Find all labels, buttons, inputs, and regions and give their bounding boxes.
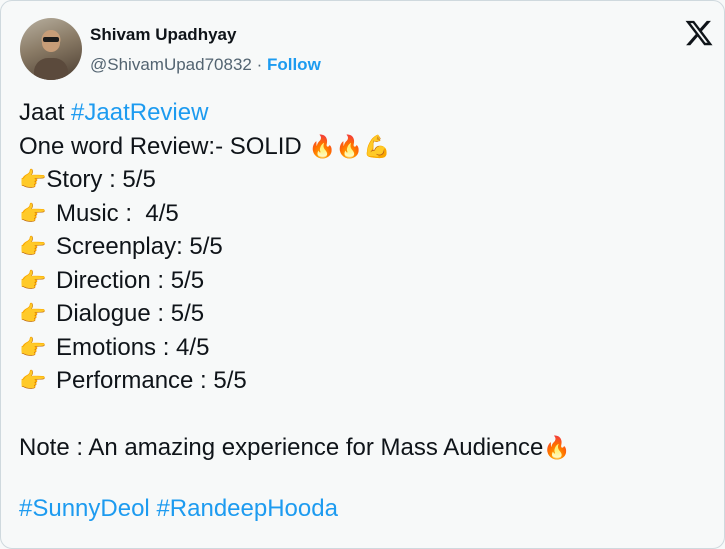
x-logo-icon[interactable] bbox=[684, 18, 714, 48]
tweet-line-title: Jaat #JaatReview bbox=[19, 96, 709, 130]
rating-line: 👉 Direction : 5/5 bbox=[19, 264, 709, 298]
rating-emotions: Emotions : 4/5 bbox=[56, 333, 210, 361]
pointing-hand-icon: 👉 bbox=[19, 235, 47, 260]
note-text: Note : An amazing experience for Mass Au… bbox=[19, 434, 544, 461]
separator-dot: · bbox=[251, 55, 267, 74]
rating-direction: Direction : 5/5 bbox=[56, 266, 205, 294]
rating-line: 👉 Performance : 5/5 bbox=[19, 364, 709, 398]
pointing-hand-icon: 👉 bbox=[19, 201, 47, 227]
rating-line: 👉 Screenplay: 5/5 bbox=[19, 230, 709, 264]
tweet-note: Note : An amazing experience for Mass Au… bbox=[19, 431, 709, 465]
rating-line: 👉Story : 5/5 bbox=[19, 163, 709, 197]
avatar-shirt bbox=[34, 58, 68, 80]
rating-music: Music : 4/5 bbox=[56, 199, 179, 227]
rating-dialogue: Dialogue : 5/5 bbox=[56, 300, 205, 327]
author-handle-row: @ShivamUpad70832 · Follow bbox=[90, 55, 321, 75]
fire-emoji: 🔥 bbox=[543, 436, 571, 461]
hashtag-sunnydeol[interactable]: #SunnyDeol bbox=[19, 495, 150, 522]
pointing-hand-icon: 👉 bbox=[19, 302, 47, 327]
tweet-hashtags: #SunnyDeol #RandeepHooda bbox=[19, 492, 709, 526]
verdict-text: One word Review:- SOLID bbox=[19, 132, 309, 160]
author-name[interactable]: Shivam Upadhyay bbox=[90, 25, 236, 45]
pointing-hand-icon: 👉 bbox=[19, 369, 47, 394]
pointing-hand-icon: 👉 bbox=[19, 335, 47, 361]
avatar-sunglasses bbox=[43, 37, 59, 42]
fire-fire-muscle-emoji: 🔥🔥💪 bbox=[308, 134, 391, 160]
avatar[interactable] bbox=[20, 18, 82, 80]
pointing-hand-icon: 👉 bbox=[19, 168, 47, 193]
rating-story: Story : 5/5 bbox=[46, 166, 156, 193]
tweet-line-verdict: One word Review:- SOLID 🔥🔥💪 bbox=[19, 130, 709, 164]
rating-line: 👉 Emotions : 4/5 bbox=[19, 331, 709, 365]
rating-performance: Performance : 5/5 bbox=[56, 367, 247, 394]
rating-line: 👉 Music : 4/5 bbox=[19, 197, 709, 231]
tweet-card: Shivam Upadhyay @ShivamUpad70832 · Follo… bbox=[0, 0, 725, 549]
hashtag-jaatreview[interactable]: #JaatReview bbox=[71, 99, 208, 126]
title-text: Jaat bbox=[19, 99, 72, 126]
rating-screenplay: Screenplay: 5/5 bbox=[56, 233, 223, 260]
pointing-hand-icon: 👉 bbox=[19, 268, 47, 294]
author-handle[interactable]: @ShivamUpad70832 bbox=[90, 55, 252, 74]
follow-button[interactable]: Follow bbox=[267, 55, 321, 74]
hashtag-randeephooda[interactable]: #RandeepHooda bbox=[156, 495, 338, 522]
tweet-text: Jaat #JaatReview One word Review:- SOLID… bbox=[19, 96, 709, 525]
rating-line: 👉 Dialogue : 5/5 bbox=[19, 297, 709, 331]
